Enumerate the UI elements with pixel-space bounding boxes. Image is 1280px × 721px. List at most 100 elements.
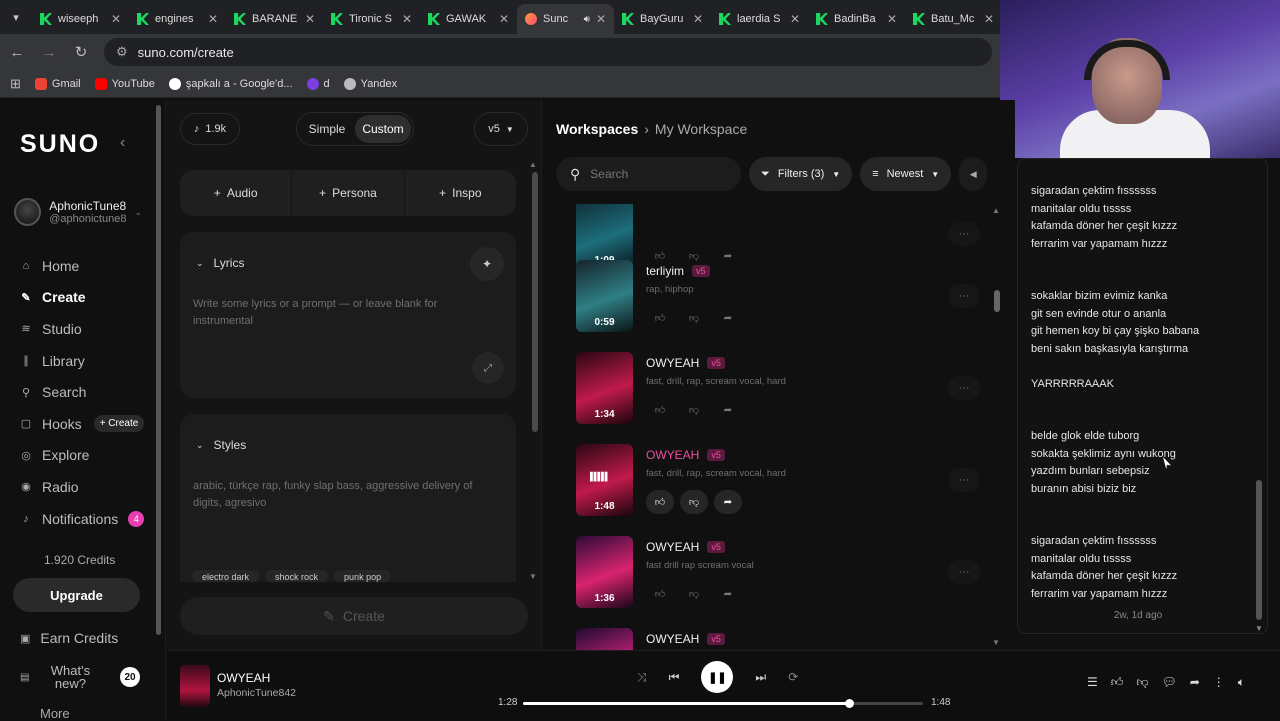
bookmark-youtube[interactable]: YouTube xyxy=(94,77,155,90)
song-cover[interactable]: ▌▌▌▌▌ 1:48 xyxy=(576,444,633,516)
more-options-icon[interactable]: ··· xyxy=(948,560,980,584)
version-select[interactable]: v5 ▼ xyxy=(474,112,528,146)
song-row[interactable]: ▌▌▌▌▌ 1:48 OWYEAH v5 fast, drill, rap, screa… xyxy=(576,444,1006,516)
style-chip[interactable]: shock rock xyxy=(265,570,329,582)
song-cover[interactable]: 1:34 xyxy=(576,352,633,424)
song-cover[interactable]: 0:59 xyxy=(576,260,633,332)
sort-button[interactable]: ≡ Newest ▼ xyxy=(860,157,952,191)
url-field[interactable]: ⚙ suno.com/create xyxy=(104,38,992,66)
song-title[interactable]: terliyim v5 xyxy=(646,264,710,278)
thumbs-up-icon[interactable]: 👍︎ xyxy=(1111,675,1124,690)
more-options-icon[interactable]: ··· xyxy=(948,376,980,400)
browser-tab[interactable]: Tironic S ✕ xyxy=(323,4,420,34)
thumbs-up-icon[interactable]: 👍︎ xyxy=(646,490,674,514)
queue-icon[interactable]: ☰ xyxy=(1087,675,1098,690)
thumbs-up-icon[interactable]: 👍︎ xyxy=(646,582,674,606)
style-chip[interactable]: electro dark xyxy=(192,570,260,582)
more-link[interactable]: More xyxy=(40,706,70,721)
reload-icon[interactable]: ↻ xyxy=(72,43,90,61)
previous-icon[interactable]: ⏮ xyxy=(669,670,680,685)
now-playing-title[interactable]: OWYEAH xyxy=(217,671,270,685)
earn-credits-link[interactable]: ▣ Earn Credits xyxy=(20,630,118,646)
shuffle-icon[interactable]: ⤨ xyxy=(637,670,647,685)
scroll-down-icon[interactable]: ▼ xyxy=(1255,624,1263,633)
share-icon[interactable]: ➦ xyxy=(714,582,742,606)
create-scrollbar[interactable] xyxy=(532,172,538,432)
bookmark-google[interactable]: şapkalı a - Google'd... xyxy=(168,77,293,90)
browser-tab[interactable]: BayGuru ✕ xyxy=(614,4,711,34)
close-tab-icon[interactable]: ✕ xyxy=(402,12,412,26)
add-audio-button[interactable]: + Audio xyxy=(180,170,292,216)
browser-tab[interactable]: laerdia S ✕ xyxy=(711,4,808,34)
mode-custom-tab[interactable]: Custom xyxy=(355,115,411,143)
share-icon[interactable]: ➦ xyxy=(714,306,742,330)
sidebar-item-hooks[interactable]: ▢ Hooks + Create xyxy=(20,408,150,440)
thumbs-down-icon[interactable]: 👎︎ xyxy=(680,306,708,330)
browser-tab[interactable]: Batu_Mc ✕ xyxy=(905,4,1002,34)
close-tab-icon[interactable]: ✕ xyxy=(499,12,509,26)
progress-bar[interactable] xyxy=(523,699,923,708)
song-list-scrollbar[interactable] xyxy=(994,290,1000,312)
song-cover[interactable]: 1:36 xyxy=(576,536,633,608)
thumbs-down-icon[interactable]: 👎︎ xyxy=(1136,675,1148,690)
now-playing-cover[interactable] xyxy=(180,665,210,707)
add-persona-button[interactable]: + Persona xyxy=(292,170,404,216)
lyrics-toggle[interactable]: ⌄ Lyrics xyxy=(196,256,244,270)
song-title[interactable]: OWYEAH v5 xyxy=(646,448,725,462)
filters-button[interactable]: ⏷ Filters (3) ▼ xyxy=(749,157,853,191)
apps-grid-icon[interactable]: ⊞ xyxy=(10,76,21,92)
bookmark-yandex[interactable]: Yandex xyxy=(343,77,397,90)
bookmark-d[interactable]: d xyxy=(306,77,330,90)
close-tab-icon[interactable]: ✕ xyxy=(790,12,800,26)
styles-toggle[interactable]: ⌄ Styles xyxy=(196,438,246,452)
song-row[interactable]: OWYEAH v5 xyxy=(576,628,1006,650)
scroll-down-icon[interactable]: ▼ xyxy=(992,638,1000,647)
volume-icon[interactable]: 🔈︎ xyxy=(1238,675,1245,690)
credits-pill[interactable]: ♪ 1.9k xyxy=(180,113,240,145)
sidebar-item-explore[interactable]: ◎ Explore xyxy=(20,440,150,472)
collapse-sidebar-icon[interactable]: ‹ xyxy=(120,134,125,152)
browser-tab[interactable]: BARANE ✕ xyxy=(226,4,323,34)
browser-tab[interactable]: wiseeph ✕ xyxy=(32,4,129,34)
more-options-icon[interactable]: ··· xyxy=(948,222,980,246)
next-icon[interactable]: ⏭ xyxy=(755,670,766,685)
breadcrumb-workspaces[interactable]: Workspaces xyxy=(556,121,638,137)
thumbs-down-icon[interactable]: 👎︎ xyxy=(680,490,708,514)
scroll-up-icon[interactable]: ▲ xyxy=(529,160,537,169)
sidebar-item-home[interactable]: ⌂ Home xyxy=(20,250,150,282)
whats-new-link[interactable]: ▤ What's new? 20 xyxy=(20,664,140,690)
share-icon[interactable]: ➦ xyxy=(714,490,742,514)
add-inspo-button[interactable]: + Inspo xyxy=(404,170,516,216)
suno-logo[interactable]: SUNO xyxy=(20,130,100,159)
browser-tab[interactable]: GAWAK ✕ xyxy=(420,4,517,34)
browser-tab[interactable]: BadinBa ✕ xyxy=(808,4,905,34)
close-tab-icon[interactable]: ✕ xyxy=(596,12,606,26)
song-title[interactable]: OWYEAH v5 xyxy=(646,632,725,646)
share-icon[interactable]: ➦ xyxy=(1190,675,1200,690)
forward-icon[interactable]: → xyxy=(40,44,58,61)
thumbs-up-icon[interactable]: 👍︎ xyxy=(646,398,674,422)
scroll-left-icon[interactable]: ◀ xyxy=(959,157,988,191)
tab-list-chevron-icon[interactable]: ▾ xyxy=(0,0,32,34)
close-tab-icon[interactable]: ✕ xyxy=(693,12,703,26)
styles-input[interactable]: arabic, türkçe rap, funky slap bass, agg… xyxy=(193,478,503,512)
magic-wand-icon[interactable]: ✦ xyxy=(470,247,504,281)
close-tab-icon[interactable]: ✕ xyxy=(305,12,315,26)
progress-handle[interactable] xyxy=(844,699,854,708)
browser-tab[interactable]: engines ✕ xyxy=(129,4,226,34)
sidebar-item-notifications[interactable]: ♪ Notifications 4 xyxy=(20,503,150,535)
share-icon[interactable]: ➦ xyxy=(714,398,742,422)
song-row[interactable]: 0:59 terliyim v5 rap, hiphop 👍︎ 👎︎ ➦ ··· xyxy=(576,260,1006,332)
mode-simple-tab[interactable]: Simple xyxy=(299,115,355,143)
lyrics-scrollbar[interactable] xyxy=(1256,480,1262,620)
more-vertical-icon[interactable]: ⋮ xyxy=(1213,675,1225,690)
now-playing-artist[interactable]: AphonicTune842 xyxy=(217,687,296,699)
back-icon[interactable]: ← xyxy=(8,44,26,61)
expand-icon[interactable]: ⤢ xyxy=(472,352,504,384)
upgrade-button[interactable]: Upgrade xyxy=(13,578,140,612)
song-row[interactable]: 1:36 OWYEAH v5 fast drill rap scream vocal 👍… xyxy=(576,536,1006,608)
thumbs-down-icon[interactable]: 👎︎ xyxy=(680,398,708,422)
song-cover[interactable] xyxy=(576,628,633,650)
thumbs-up-icon[interactable]: 👍︎ xyxy=(646,306,674,330)
bookmark-gmail[interactable]: Gmail xyxy=(34,77,81,90)
